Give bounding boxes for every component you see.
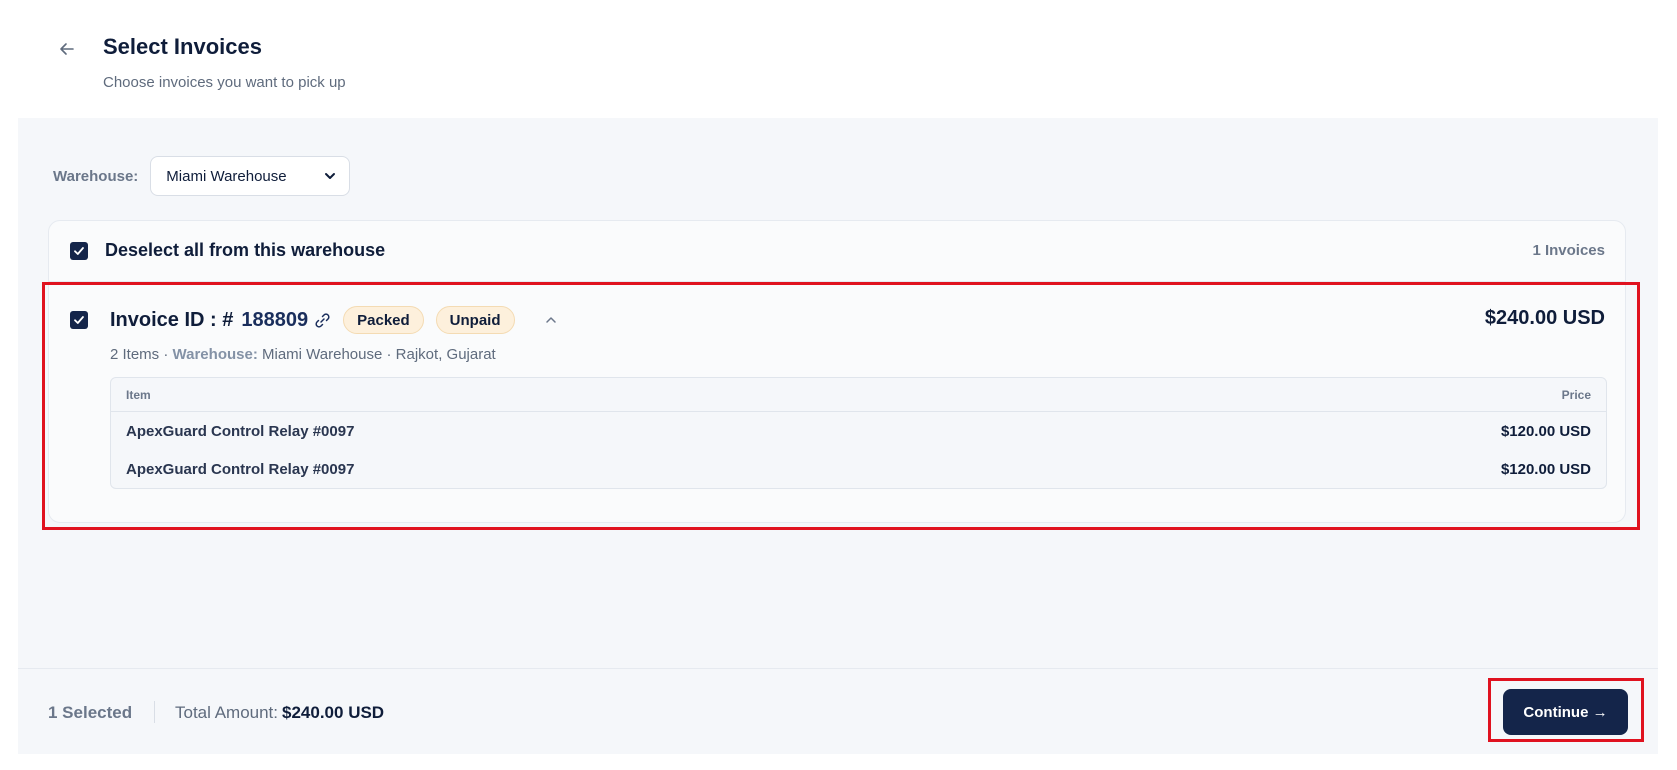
invoice-checkbox[interactable] [70,311,88,329]
item-price: $120.00 USD [1500,422,1591,440]
continue-button[interactable]: Continue → [1503,689,1628,735]
invoice-item: Invoice ID : # 188809 Packed Unpaid $240… [49,281,1625,524]
item-name: ApexGuard Control Relay #0097 [126,460,355,478]
selected-count: 1 Selected [48,703,133,722]
invoice-id-label: Invoice ID : # [110,308,234,331]
meta-warehouse-label: Warehouse: [172,346,258,363]
status-badge-packed: Packed [343,306,424,334]
selection-footer: 1 Selected Total Amount: $240.00 USD Cont… [18,668,1658,754]
invoice-id-number: 188809 [241,308,309,331]
warehouse-invoice-card: Deselect all from this warehouse 1 Invoi… [48,220,1626,523]
back-button[interactable] [52,34,82,64]
status-badge-unpaid: Unpaid [435,306,515,334]
page-title: Select Invoices [103,34,262,59]
table-row: ApexGuard Control Relay #0097 $120.00 US… [111,412,1606,450]
checkmark-icon [74,247,84,255]
meta-location: Rajkot, Gujarat [395,346,496,363]
column-header-item: Item [126,387,151,402]
items-count: 2 Items [110,346,160,363]
chevron-up-icon [545,317,556,323]
meta-separator: · [386,346,392,363]
meta-separator: · [163,346,169,363]
warehouse-filter: Warehouse: Miami Warehouse [53,156,351,196]
page-subtitle: Choose invoices you want to pick up [103,74,346,91]
checkmark-icon [74,316,84,324]
deselect-all-checkbox[interactable] [70,242,88,260]
footer-divider [154,701,155,723]
invoice-title: Invoice ID : # 188809 Packed Unpaid [110,306,561,334]
link-icon[interactable] [314,312,331,329]
main-content: Warehouse: Miami Warehouse Deselect all … [18,118,1658,668]
warehouse-select[interactable]: Miami Warehouse [150,156,351,196]
arrow-left-icon [60,43,74,55]
warehouse-select-value: Miami Warehouse [166,167,287,185]
invoice-meta: 2 Items · Warehouse: Miami Warehouse · R… [110,346,496,363]
invoice-count: 1 Invoices [1532,242,1605,259]
total-amount: Total Amount: $240.00 USD [175,703,384,723]
column-header-price: Price [1561,387,1591,402]
item-name: ApexGuard Control Relay #0097 [126,422,355,440]
select-invoices-page: Select Invoices Choose invoices you want… [0,0,1677,770]
collapse-toggle[interactable] [541,310,561,330]
items-table-header: Item Price [111,378,1606,412]
total-amount-label: Total Amount: [175,703,279,722]
warehouse-label: Warehouse: [53,167,139,185]
chevron-down-icon [325,173,336,179]
table-row: ApexGuard Control Relay #0097 $120.00 US… [111,450,1606,488]
page-header: Select Invoices Choose invoices you want… [0,0,1677,118]
item-price: $120.00 USD [1500,460,1591,478]
total-amount-value: $240.00 USD [282,703,385,722]
items-table: Item Price ApexGuard Control Relay #0097… [110,377,1607,489]
card-header: Deselect all from this warehouse 1 Invoi… [49,221,1625,281]
meta-warehouse-value: Miami Warehouse [262,346,383,363]
deselect-all-label[interactable]: Deselect all from this warehouse [105,240,385,261]
invoice-total: $240.00 USD [1484,307,1605,329]
